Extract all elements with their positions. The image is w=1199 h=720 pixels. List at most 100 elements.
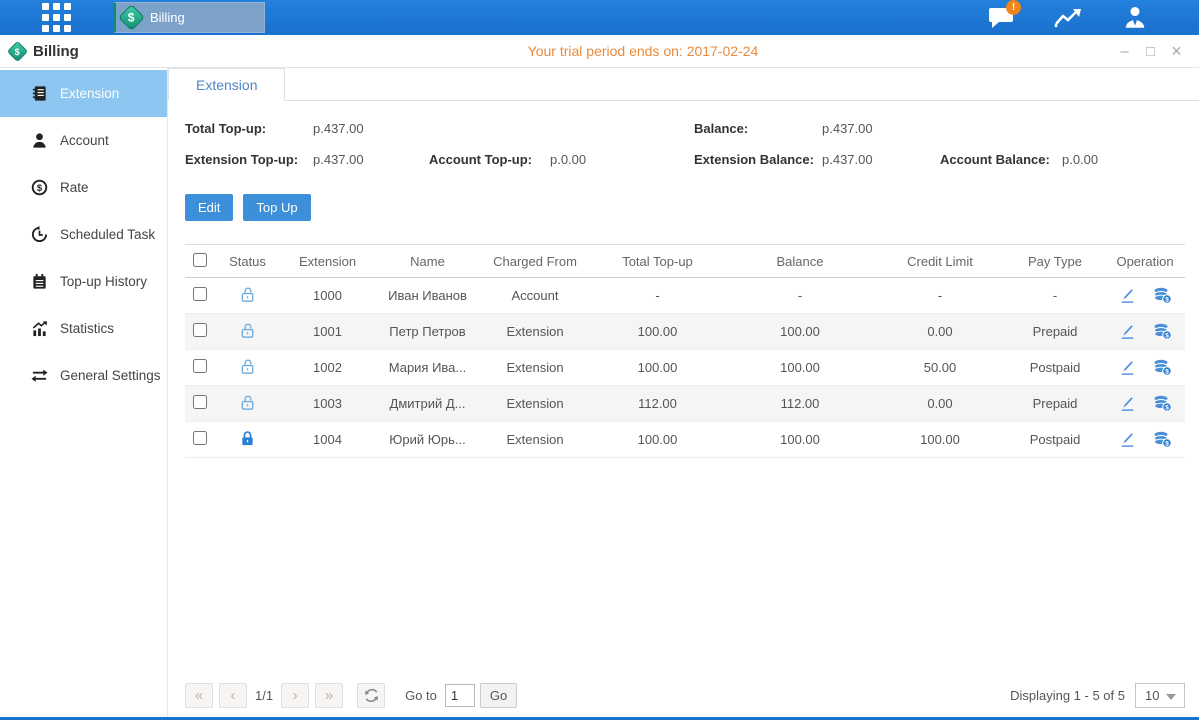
total-topup-value: p.437.00: [313, 121, 694, 136]
prev-page-button[interactable]: ‹: [219, 683, 247, 708]
user-icon[interactable]: [1118, 5, 1152, 31]
page-size-value: 10: [1145, 688, 1159, 703]
messages-icon[interactable]: !: [984, 5, 1018, 31]
close-button[interactable]: ×: [1168, 43, 1185, 60]
row-checkbox[interactable]: [193, 359, 207, 373]
top-up-row-icon[interactable]: $: [1153, 431, 1172, 448]
top-up-row-icon[interactable]: $: [1153, 287, 1172, 304]
sidebar-item-extension[interactable]: Extension: [0, 70, 167, 117]
table-row: 1000Иван ИвановAccount----$: [185, 278, 1185, 314]
balance-label: Balance:: [694, 121, 822, 136]
select-all-checkbox[interactable]: [193, 253, 207, 267]
account-topup-value: p.0.00: [550, 152, 694, 167]
edit-row-icon[interactable]: [1119, 431, 1136, 448]
row-checkbox[interactable]: [193, 287, 207, 301]
extension-balance-value: p.437.00: [822, 152, 940, 167]
minimize-button[interactable]: –: [1116, 43, 1133, 60]
app-launcher-icon[interactable]: [42, 3, 71, 32]
sidebar-item-label: Account: [60, 133, 109, 148]
main-panel: Extension Total Top-up: p.437.00 Balance…: [168, 68, 1199, 717]
svg-text:$: $: [1165, 296, 1169, 303]
extension-cell: 1002: [280, 350, 375, 386]
top-up-row-icon[interactable]: $: [1153, 395, 1172, 412]
sidebar-item-rate[interactable]: $ Rate: [0, 164, 167, 211]
name-cell: Петр Петров: [375, 314, 480, 350]
table-row: 1002Мария Ива...Extension100.00100.0050.…: [185, 350, 1185, 386]
sidebar-item-label: Scheduled Task: [60, 227, 155, 242]
last-page-button[interactable]: »: [315, 683, 343, 708]
edit-row-icon[interactable]: [1119, 287, 1136, 304]
row-checkbox[interactable]: [193, 323, 207, 337]
row-checkbox[interactable]: [193, 395, 207, 409]
topbar: $ Billing !: [0, 0, 1199, 35]
billing-window-icon: $: [7, 40, 28, 61]
column-credit-limit: Credit Limit: [875, 245, 1005, 278]
svg-text:$: $: [1165, 368, 1169, 375]
ledger-icon: [30, 85, 48, 103]
svg-text:$: $: [1165, 404, 1169, 411]
chart-icon[interactable]: [1051, 5, 1085, 31]
extension-topup-value: p.437.00: [313, 152, 429, 167]
column-operation: Operation: [1105, 245, 1185, 278]
charged-from-cell: Extension: [480, 422, 590, 458]
total-topup-cell: 112.00: [590, 386, 725, 422]
column-charged-from: Charged From: [480, 245, 590, 278]
topbar-actions: !: [984, 5, 1199, 31]
charged-from-cell: Extension: [480, 386, 590, 422]
refresh-button[interactable]: [357, 683, 385, 708]
edit-row-icon[interactable]: [1119, 395, 1136, 412]
first-page-button[interactable]: «: [185, 683, 213, 708]
total-topup-cell: 100.00: [590, 350, 725, 386]
extension-balance-label: Extension Balance:: [694, 152, 822, 167]
extension-cell: 1001: [280, 314, 375, 350]
goto-page-input[interactable]: [445, 684, 475, 707]
lock-open-icon: [215, 314, 280, 350]
sidebar-item-scheduled-task[interactable]: Scheduled Task: [0, 211, 167, 258]
sidebar: Extension Account $ Rate Scheduled Task …: [0, 68, 168, 717]
sidebar-item-account[interactable]: Account: [0, 117, 167, 164]
page-size-select[interactable]: 10: [1135, 683, 1185, 708]
sidebar-item-label: Top-up History: [60, 274, 147, 289]
edit-row-icon[interactable]: [1119, 323, 1136, 340]
displaying-text: Displaying 1 - 5 of 5: [1010, 688, 1125, 703]
svg-text:$: $: [1165, 440, 1169, 447]
name-cell: Юрий Юрь...: [375, 422, 480, 458]
edit-row-icon[interactable]: [1119, 359, 1136, 376]
sidebar-item-general-settings[interactable]: General Settings: [0, 352, 167, 399]
balance-cell: 100.00: [725, 350, 875, 386]
column-total-topup: Total Top-up: [590, 245, 725, 278]
sidebar-item-label: Statistics: [60, 321, 114, 336]
go-button[interactable]: Go: [480, 683, 517, 708]
balance-summary: Total Top-up: p.437.00 Balance: p.437.00…: [185, 121, 1185, 167]
pay-type-cell: Postpaid: [1005, 422, 1105, 458]
row-checkbox[interactable]: [193, 431, 207, 445]
total-topup-cell: 100.00: [590, 422, 725, 458]
lock-open-icon: [215, 386, 280, 422]
name-cell: Иван Иванов: [375, 278, 480, 314]
topbar-tab-billing[interactable]: $ Billing: [113, 2, 265, 33]
balance-cell: 100.00: [725, 314, 875, 350]
sidebar-item-label: General Settings: [60, 368, 161, 383]
tab-extension[interactable]: Extension: [168, 68, 285, 101]
pay-type-cell: -: [1005, 278, 1105, 314]
credit-limit-cell: 50.00: [875, 350, 1005, 386]
pagination-bar: « ‹ 1/1 › » Go to Go Displaying 1 - 5 of…: [185, 682, 1185, 709]
column-extension: Extension: [280, 245, 375, 278]
top-up-row-icon[interactable]: $: [1153, 359, 1172, 376]
titlebar: $ Billing Your trial period ends on: 201…: [0, 35, 1199, 68]
sidebar-item-statistics[interactable]: Statistics: [0, 305, 167, 352]
next-page-button[interactable]: ›: [281, 683, 309, 708]
topbar-tab-label: Billing: [150, 10, 185, 25]
sidebar-item-topup-history[interactable]: Top-up History: [0, 258, 167, 305]
trial-message: Your trial period ends on: 2017-02-24: [170, 43, 1116, 59]
maximize-button[interactable]: □: [1142, 43, 1159, 60]
pay-type-cell: Postpaid: [1005, 350, 1105, 386]
notification-badge: !: [1006, 0, 1021, 15]
top-up-row-icon[interactable]: $: [1153, 323, 1172, 340]
balance-cell: -: [725, 278, 875, 314]
top-up-button[interactable]: Top Up: [243, 194, 310, 221]
edit-button[interactable]: Edit: [185, 194, 233, 221]
stats-chart-icon: [30, 320, 48, 338]
lock-open-icon: [215, 350, 280, 386]
balance-value: p.437.00: [822, 121, 873, 136]
